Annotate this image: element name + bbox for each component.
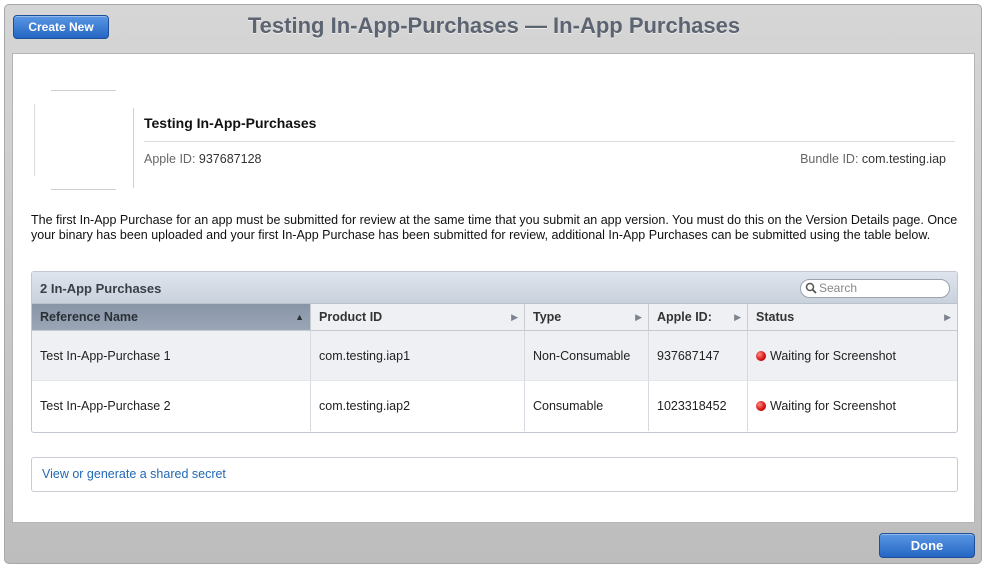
- app-icon-placeholder: [34, 90, 116, 190]
- sort-arrow-icon: ▶: [734, 312, 741, 322]
- column-header-apple-id[interactable]: Apple ID: ▶: [649, 304, 748, 330]
- info-note: The first In-App Purchase for an app mus…: [31, 213, 958, 242]
- divider: [144, 141, 955, 142]
- product-id-cell: com.testing.iap2: [311, 381, 525, 431]
- column-header-status[interactable]: Status ▶: [748, 304, 957, 330]
- status-text: Waiting for Screenshot: [770, 399, 896, 413]
- sort-ascending-icon: ▲: [295, 312, 304, 322]
- iap-table: 2 In-App Purchases Search Reference Name…: [31, 271, 958, 433]
- bundle-id-value: com.testing.iap: [861, 152, 946, 166]
- search-placeholder: Search: [819, 281, 858, 295]
- status-red-dot-icon: [756, 401, 766, 411]
- sort-arrow-icon: ▶: [944, 312, 951, 322]
- apple-id-value: 937687128: [198, 152, 262, 166]
- divider: [133, 108, 134, 188]
- app-name: Testing In-App-Purchases: [144, 115, 317, 131]
- done-button[interactable]: Done: [879, 533, 975, 558]
- search-icon: [805, 282, 817, 294]
- reference-name-cell[interactable]: Test In-App-Purchase 2: [32, 381, 311, 431]
- type-cell: Non-Consumable: [525, 331, 649, 380]
- table-title: 2 In-App Purchases: [40, 281, 162, 296]
- apple-id-label: Apple ID:: [144, 152, 196, 166]
- dialog-window: Create New Testing In-App-Purchases — In…: [4, 4, 982, 564]
- column-header-type[interactable]: Type ▶: [525, 304, 649, 330]
- type-cell: Consumable: [525, 381, 649, 431]
- shared-secret-link[interactable]: View or generate a shared secret: [42, 467, 226, 481]
- table-header: 2 In-App Purchases Search: [32, 272, 957, 304]
- status-red-dot-icon: [756, 351, 766, 361]
- search-input[interactable]: Search: [800, 279, 950, 298]
- status-cell: Waiting for Screenshot: [748, 331, 957, 380]
- page-title: Testing In-App-Purchases — In-App Purcha…: [247, 13, 741, 38]
- shared-secret-box: View or generate a shared secret: [31, 457, 958, 492]
- apple-id: Apple ID: 937687128: [144, 152, 261, 166]
- table-row[interactable]: Test In-App-Purchase 2 com.testing.iap2 …: [32, 381, 957, 431]
- column-header-product-id[interactable]: Product ID ▶: [311, 304, 525, 330]
- sort-arrow-icon: ▶: [511, 312, 518, 322]
- content-panel: Testing In-App-Purchases Apple ID: 93768…: [12, 53, 975, 523]
- bundle-id: Bundle ID: com.testing.iap: [800, 152, 946, 166]
- product-id-cell: com.testing.iap1: [311, 331, 525, 380]
- sort-arrow-icon: ▶: [635, 312, 642, 322]
- bundle-id-label: Bundle ID:: [800, 152, 859, 166]
- column-headers: Reference Name ▲ Product ID ▶ Type ▶ App…: [32, 304, 957, 331]
- status-text: Waiting for Screenshot: [770, 349, 896, 363]
- table-row[interactable]: Test In-App-Purchase 1 com.testing.iap1 …: [32, 331, 957, 381]
- apple-id-cell: 1023318452: [649, 381, 748, 431]
- column-header-reference-name[interactable]: Reference Name ▲: [32, 304, 311, 330]
- apple-id-cell: 937687147: [649, 331, 748, 380]
- reference-name-cell[interactable]: Test In-App-Purchase 1: [32, 331, 311, 380]
- status-cell: Waiting for Screenshot: [748, 381, 957, 431]
